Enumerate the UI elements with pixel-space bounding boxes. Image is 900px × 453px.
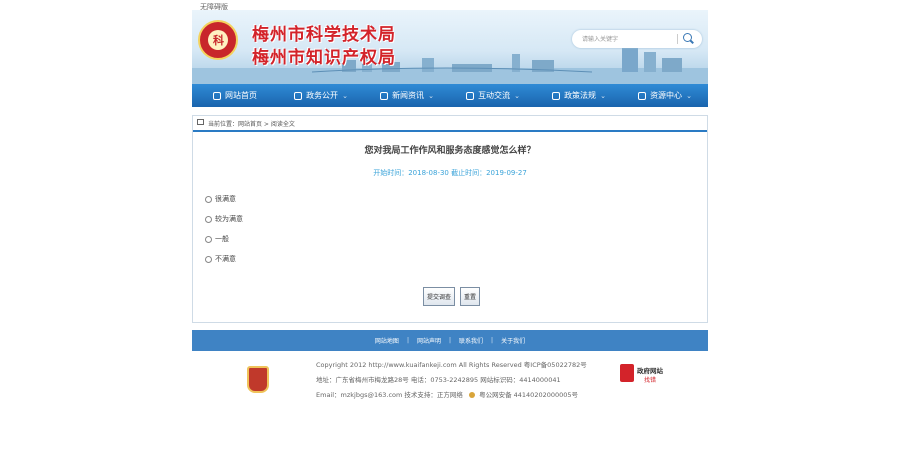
site-title-line2: 梅州市知识产权局 — [252, 48, 396, 68]
survey-panel: 当前位置：网站首页 > 阅读全文 您对我局工作作风和服务态度感觉怎么样？ 开始时… — [192, 115, 708, 323]
option-average[interactable]: 一般 — [205, 234, 229, 244]
gov-label-2: 找错 — [644, 377, 657, 384]
search-box[interactable]: 请输入关键字 — [572, 30, 702, 48]
nav-item-government[interactable]: 政务公开 ⌄ — [278, 84, 364, 107]
chevron-down-icon: ⌄ — [600, 91, 606, 100]
law-icon — [552, 91, 561, 100]
footer-address: 地址：广东省梅州市梅龙路28号 电话：0753-2242895 网站标识码：44… — [316, 376, 561, 384]
option-label: 一般 — [215, 235, 229, 243]
footer-separator: | — [491, 337, 494, 344]
chevron-down-icon: ⌄ — [514, 91, 520, 100]
gov-site-icon — [620, 364, 634, 382]
radio-button[interactable] — [205, 235, 212, 243]
site-title-line1: 梅州市科学技术局 — [252, 25, 396, 45]
footer-link-statement[interactable]: 网站声明 — [417, 336, 441, 345]
nav-label: 政策法规 — [564, 91, 597, 100]
footer-link-sitemap[interactable]: 网站地图 — [375, 336, 399, 345]
radio-button[interactable] — [205, 195, 212, 203]
footer-separator: | — [406, 337, 409, 344]
footer-email-support: Email：mzkjbgs@163.com 技术支持：正方网络 — [316, 391, 463, 399]
resource-icon — [638, 91, 647, 100]
radio-button[interactable] — [205, 215, 212, 223]
monitor-icon — [380, 91, 389, 100]
submit-survey-button[interactable]: 提交调查 — [423, 287, 456, 306]
option-dissatisfied[interactable]: 不满意 — [205, 254, 236, 264]
police-record-link[interactable]: 粤公网安备 44140202000005号 — [479, 391, 578, 399]
footer-link-about[interactable]: 关于我们 — [501, 336, 525, 345]
nav-label: 新闻资讯 — [392, 91, 425, 100]
footer-link-contact[interactable]: 联系我们 — [459, 336, 483, 345]
survey-actions: 提交调查 重置 — [423, 287, 481, 306]
reset-button[interactable]: 重置 — [460, 287, 481, 306]
option-fairly-satisfied[interactable]: 较为满意 — [205, 214, 243, 224]
footer-nav: 网站地图 | 网站声明 | 联系我们 | 关于我们 — [192, 330, 708, 351]
nav-item-resources[interactable]: 资源中心 ⌄ — [622, 84, 708, 107]
breadcrumb-text[interactable]: 当前位置：网站首页 > 阅读全文 — [208, 119, 295, 128]
nav-label: 政务公开 — [306, 91, 339, 100]
home-icon — [197, 119, 204, 125]
nav-item-news[interactable]: 新闻资讯 ⌄ — [364, 84, 450, 107]
option-very-satisfied[interactable]: 很满意 — [205, 194, 236, 204]
survey-dates: 开始时间：2018-08-30 截止时间：2019-09-27 — [373, 169, 527, 177]
chevron-down-icon: ⌄ — [428, 91, 434, 100]
breadcrumb: 当前位置：网站首页 > 阅读全文 — [193, 116, 707, 132]
emblem-glyph: 科 — [213, 34, 224, 47]
gov-error-report-link[interactable]: 政府网站 找错 — [620, 364, 668, 384]
home-icon — [213, 91, 221, 100]
party-government-badge-icon[interactable] — [247, 366, 269, 393]
chevron-down-icon: ⌄ — [342, 91, 348, 100]
search-icon[interactable] — [683, 33, 692, 42]
search-input[interactable]: 请输入关键字 — [582, 34, 618, 43]
document-icon — [294, 91, 303, 100]
chevron-down-icon: ⌄ — [686, 91, 692, 100]
footer-contact: Email：mzkjbgs@163.com 技术支持：正方网络 粤公网安备 44… — [316, 389, 578, 399]
site-header: 科 梅州市科学技术局 梅州市知识产权局 请输入关键字 — [192, 10, 708, 84]
bureau-emblem-logo[interactable]: 科 — [198, 20, 238, 60]
nav-item-interaction[interactable]: 互动交流 ⌄ — [450, 84, 536, 107]
option-label: 很满意 — [215, 195, 236, 203]
nav-label: 网站首页 — [225, 91, 257, 100]
nav-item-home[interactable]: 网站首页 — [192, 84, 278, 107]
option-label: 不满意 — [215, 255, 236, 263]
nav-label: 资源中心 — [650, 91, 683, 100]
footer-separator: | — [448, 337, 452, 344]
survey-title: 您对我局工作作风和服务态度感觉怎么样？ — [364, 146, 536, 156]
option-label: 较为满意 — [215, 215, 243, 223]
main-nav: 网站首页 政务公开 ⌄ 新闻资讯 ⌄ 互动交流 ⌄ 政策法规 ⌄ 资源中心 ⌄ — [192, 84, 708, 107]
police-badge-icon — [469, 392, 475, 398]
gov-label-1: 政府网站 — [637, 367, 663, 375]
search-divider — [677, 34, 678, 44]
chat-icon — [466, 91, 475, 100]
nav-label: 互动交流 — [478, 91, 511, 100]
footer-copyright: Copyright 2012 http://www.kuaifankeji.co… — [316, 361, 587, 369]
radio-button[interactable] — [205, 255, 212, 263]
nav-item-policy[interactable]: 政策法规 ⌄ — [536, 84, 622, 107]
